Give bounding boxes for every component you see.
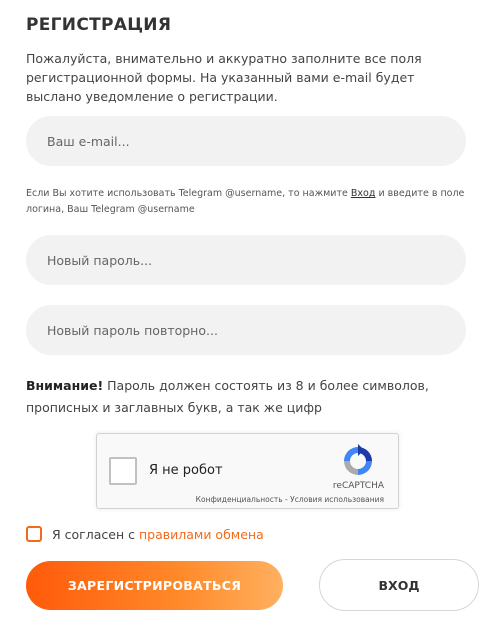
repeat-password-field[interactable] <box>26 305 466 355</box>
agree-checkbox[interactable] <box>26 526 42 542</box>
hint-text-start: Если Вы хотите использовать Telegram @us… <box>26 188 351 199</box>
email-field[interactable] <box>26 116 466 166</box>
recaptcha-brand: reCAPTCHA <box>332 481 384 491</box>
agree-row: Я согласен с правилами обмена <box>26 526 264 542</box>
register-button[interactable]: ЗАРЕГИСТРИРОВАТЬСЯ <box>26 561 283 610</box>
recaptcha-logo-icon <box>344 444 372 475</box>
exchange-rules-link[interactable]: правилами обмена <box>139 527 264 542</box>
login-hint-link[interactable]: Вход <box>351 188 376 199</box>
recaptcha-widget: Я не робот reCAPTCHA Конфиденциальность … <box>96 433 399 509</box>
recaptcha-links[interactable]: Конфиденциальность - Условия использован… <box>196 495 384 504</box>
new-password-field[interactable] <box>26 235 466 285</box>
password-warning: Внимание! Пароль должен состоять из 8 и … <box>26 375 471 419</box>
page-title: РЕГИСТРАЦИЯ <box>26 15 172 35</box>
telegram-hint: Если Вы хотите использовать Telegram @us… <box>26 186 466 218</box>
recaptcha-label: Я не робот <box>149 463 223 478</box>
recaptcha-checkbox[interactable] <box>109 457 137 485</box>
login-button[interactable]: ВХОД <box>319 559 479 611</box>
agree-text: Я согласен с <box>52 526 135 542</box>
warning-label: Внимание! <box>26 378 104 393</box>
intro-text: Пожалуйста, внимательно и аккуратно запо… <box>26 51 422 104</box>
